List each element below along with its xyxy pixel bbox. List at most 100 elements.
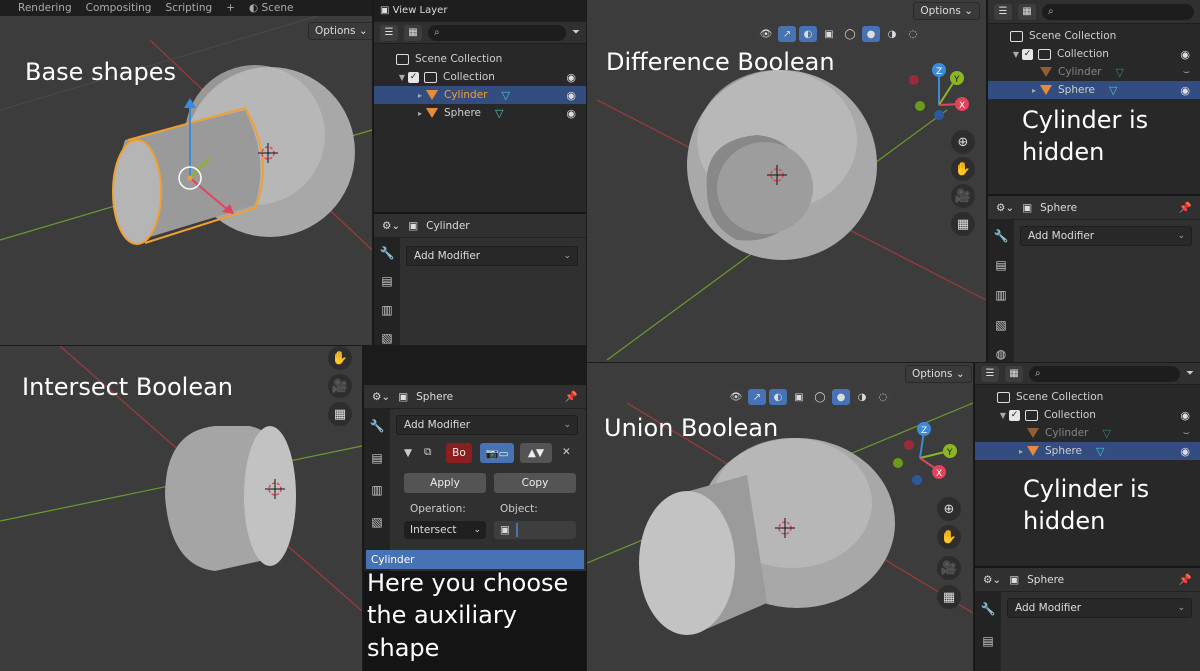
- apply-button[interactable]: Apply: [404, 473, 486, 493]
- editor-type-icon[interactable]: ⚙⌄: [372, 391, 390, 403]
- outliner-cylinder[interactable]: ▸ Cylinder ▽ ◉: [374, 86, 586, 104]
- output-icon[interactable]: ▥: [992, 287, 1010, 303]
- copy-button[interactable]: Copy: [494, 473, 576, 493]
- tab-rendering[interactable]: Rendering: [18, 2, 72, 14]
- wrench-icon[interactable]: 🔧: [979, 600, 997, 618]
- display-mode-icon[interactable]: ☰: [981, 365, 999, 382]
- render-icon[interactable]: ▤: [979, 632, 997, 650]
- eye-icon[interactable]: ◉: [1180, 409, 1190, 422]
- outliner-sphere[interactable]: ▸ Sphere ▽ ◉: [374, 104, 586, 122]
- shading-material-icon[interactable]: ◑: [883, 26, 901, 42]
- outliner-scene-collection[interactable]: Scene Collection: [988, 27, 1200, 45]
- filter-view-icon[interactable]: ▦: [404, 24, 422, 41]
- eye-icon[interactable]: ◉: [1180, 48, 1190, 61]
- output-icon[interactable]: ▥: [378, 303, 396, 317]
- grid-view-icon[interactable]: ▦: [951, 212, 975, 236]
- image-icon[interactable]: ▧: [378, 331, 396, 345]
- camera-icon[interactable]: 🎥: [937, 556, 961, 580]
- eye-hidden-icon[interactable]: ⌣: [1183, 65, 1190, 79]
- options-button[interactable]: Options ⌄: [308, 22, 372, 40]
- collapse-arrow-icon[interactable]: ▼: [404, 447, 412, 459]
- visibility-icon[interactable]: 👁: [757, 26, 775, 42]
- add-modifier-button[interactable]: Add Modifier ⌄: [1020, 226, 1192, 246]
- outliner-scene-collection[interactable]: Scene Collection: [374, 50, 586, 68]
- operation-select[interactable]: Intersect ⌄: [404, 521, 486, 539]
- expand-arrow-icon[interactable]: ▼: [997, 411, 1009, 420]
- hand-pan-icon[interactable]: ✋: [328, 346, 352, 370]
- tab-compositing[interactable]: Compositing: [86, 2, 152, 14]
- close-icon[interactable]: ✕: [562, 446, 571, 458]
- eye-hidden-icon[interactable]: ⌣: [1183, 426, 1190, 440]
- shading-render-icon[interactable]: ◌: [904, 26, 922, 42]
- shading-wire-icon[interactable]: ◯: [841, 26, 859, 42]
- outliner-sphere[interactable]: ▸ Sphere ▽ ◉: [988, 81, 1200, 99]
- outliner-collection[interactable]: ▼ ✓ Collection ◉: [975, 406, 1200, 424]
- gizmo-toggle-icon[interactable]: ↗: [748, 389, 766, 405]
- grid-view-icon[interactable]: ▦: [937, 585, 961, 609]
- gizmo-toggle-icon[interactable]: ↗: [778, 26, 796, 42]
- filter-icon[interactable]: ⏷: [1186, 368, 1194, 379]
- options-button[interactable]: Options ⌄: [905, 365, 972, 383]
- object-picker[interactable]: ▣: [494, 521, 576, 539]
- shading-wire-icon[interactable]: ◯: [811, 389, 829, 405]
- output-icon[interactable]: ▥: [368, 481, 386, 499]
- shading-render-icon[interactable]: ◌: [874, 389, 892, 405]
- eye-icon[interactable]: ◉: [1180, 445, 1190, 458]
- hand-pan-icon[interactable]: ✋: [937, 525, 961, 549]
- checkbox-icon[interactable]: ✓: [1009, 409, 1020, 421]
- render-icon[interactable]: ▤: [992, 258, 1010, 274]
- shading-solid-icon[interactable]: ●: [832, 389, 850, 405]
- image-icon[interactable]: ▧: [368, 513, 386, 531]
- pin-icon[interactable]: 📌: [565, 390, 578, 403]
- outliner-collection[interactable]: ▼ ✓ Collection ◉: [988, 45, 1200, 63]
- eye-icon[interactable]: ◉: [566, 71, 576, 84]
- editor-type-icon[interactable]: ⚙⌄: [983, 574, 1001, 586]
- expand-arrow-icon[interactable]: ▼: [1010, 50, 1022, 59]
- search-input[interactable]: ⌕: [428, 24, 566, 41]
- image-icon[interactable]: ▧: [992, 317, 1010, 333]
- expand-arrow-icon[interactable]: ▸: [1015, 447, 1027, 456]
- zoom-icon[interactable]: ⊕: [951, 130, 975, 154]
- pin-icon[interactable]: 📌: [1179, 201, 1192, 214]
- filter-icon[interactable]: ⏷: [572, 27, 580, 38]
- expand-arrow-icon[interactable]: ▸: [1028, 86, 1040, 95]
- modifier-name-field[interactable]: Bo: [446, 443, 472, 463]
- render-toggle-icon[interactable]: 📷▭: [480, 443, 514, 463]
- display-mode-icon[interactable]: ☰: [994, 3, 1012, 20]
- camera-icon[interactable]: 🎥: [328, 374, 352, 398]
- eye-icon[interactable]: ◉: [566, 89, 576, 102]
- camera-icon[interactable]: 🎥: [951, 184, 975, 208]
- add-modifier-button[interactable]: Add Modifier ⌄: [1007, 598, 1192, 618]
- eye-icon[interactable]: ◉: [566, 107, 576, 120]
- eye-icon[interactable]: ◉: [1180, 84, 1190, 97]
- grid-view-icon[interactable]: ▦: [328, 402, 352, 426]
- expand-arrow-icon[interactable]: ▼: [396, 73, 408, 82]
- xray-icon[interactable]: ▣: [790, 389, 808, 405]
- move-up-down-icon[interactable]: ▲▼: [520, 443, 552, 463]
- viewport-union[interactable]: Z Y X Options ⌄ 👁 ↗ ◐ ▣ ◯ ● ◑ ◌ Union Bo…: [587, 363, 973, 671]
- editor-type-icon[interactable]: ⚙⌄: [382, 220, 400, 232]
- add-modifier-button[interactable]: Add Modifier ⌄: [406, 246, 578, 266]
- search-input[interactable]: ⌕: [1029, 365, 1180, 382]
- viewport-intersect[interactable]: Intersect Boolean ✋ 🎥 ▦: [0, 346, 362, 671]
- options-button[interactable]: Options ⌄: [913, 2, 980, 20]
- view-layer-selector[interactable]: ▣ View Layer: [380, 5, 447, 16]
- render-icon[interactable]: ▤: [368, 449, 386, 467]
- pin-icon[interactable]: 📌: [1179, 573, 1192, 586]
- filter-view-icon[interactable]: ▦: [1018, 3, 1036, 20]
- wrench-icon[interactable]: 🔧: [378, 246, 396, 260]
- shading-solid-icon[interactable]: ●: [862, 26, 880, 42]
- editor-type-icon[interactable]: ⚙⌄: [996, 202, 1014, 214]
- hand-pan-icon[interactable]: ✋: [951, 157, 975, 181]
- expand-arrow-icon[interactable]: ▸: [414, 109, 426, 118]
- outliner-scene-collection[interactable]: Scene Collection: [975, 388, 1200, 406]
- add-modifier-button[interactable]: Add Modifier ⌄: [396, 415, 578, 435]
- xray-icon[interactable]: ▣: [820, 26, 838, 42]
- viewport-difference[interactable]: Z Y X Options ⌄ 👁 ↗ ◐ ▣ ◯ ● ◑ ◌ Differen…: [587, 0, 986, 362]
- checkbox-icon[interactable]: ✓: [1022, 48, 1033, 60]
- viewport-base-shapes[interactable]: Rendering Compositing Scripting + ◐ Scen…: [0, 0, 372, 345]
- expand-arrow-icon[interactable]: ▸: [414, 91, 426, 100]
- display-mode-icon[interactable]: ☰: [380, 24, 398, 41]
- scene-selector[interactable]: ◐ Scene: [249, 2, 294, 14]
- outliner-collection[interactable]: ▼ ✓ Collection ◉: [374, 68, 586, 86]
